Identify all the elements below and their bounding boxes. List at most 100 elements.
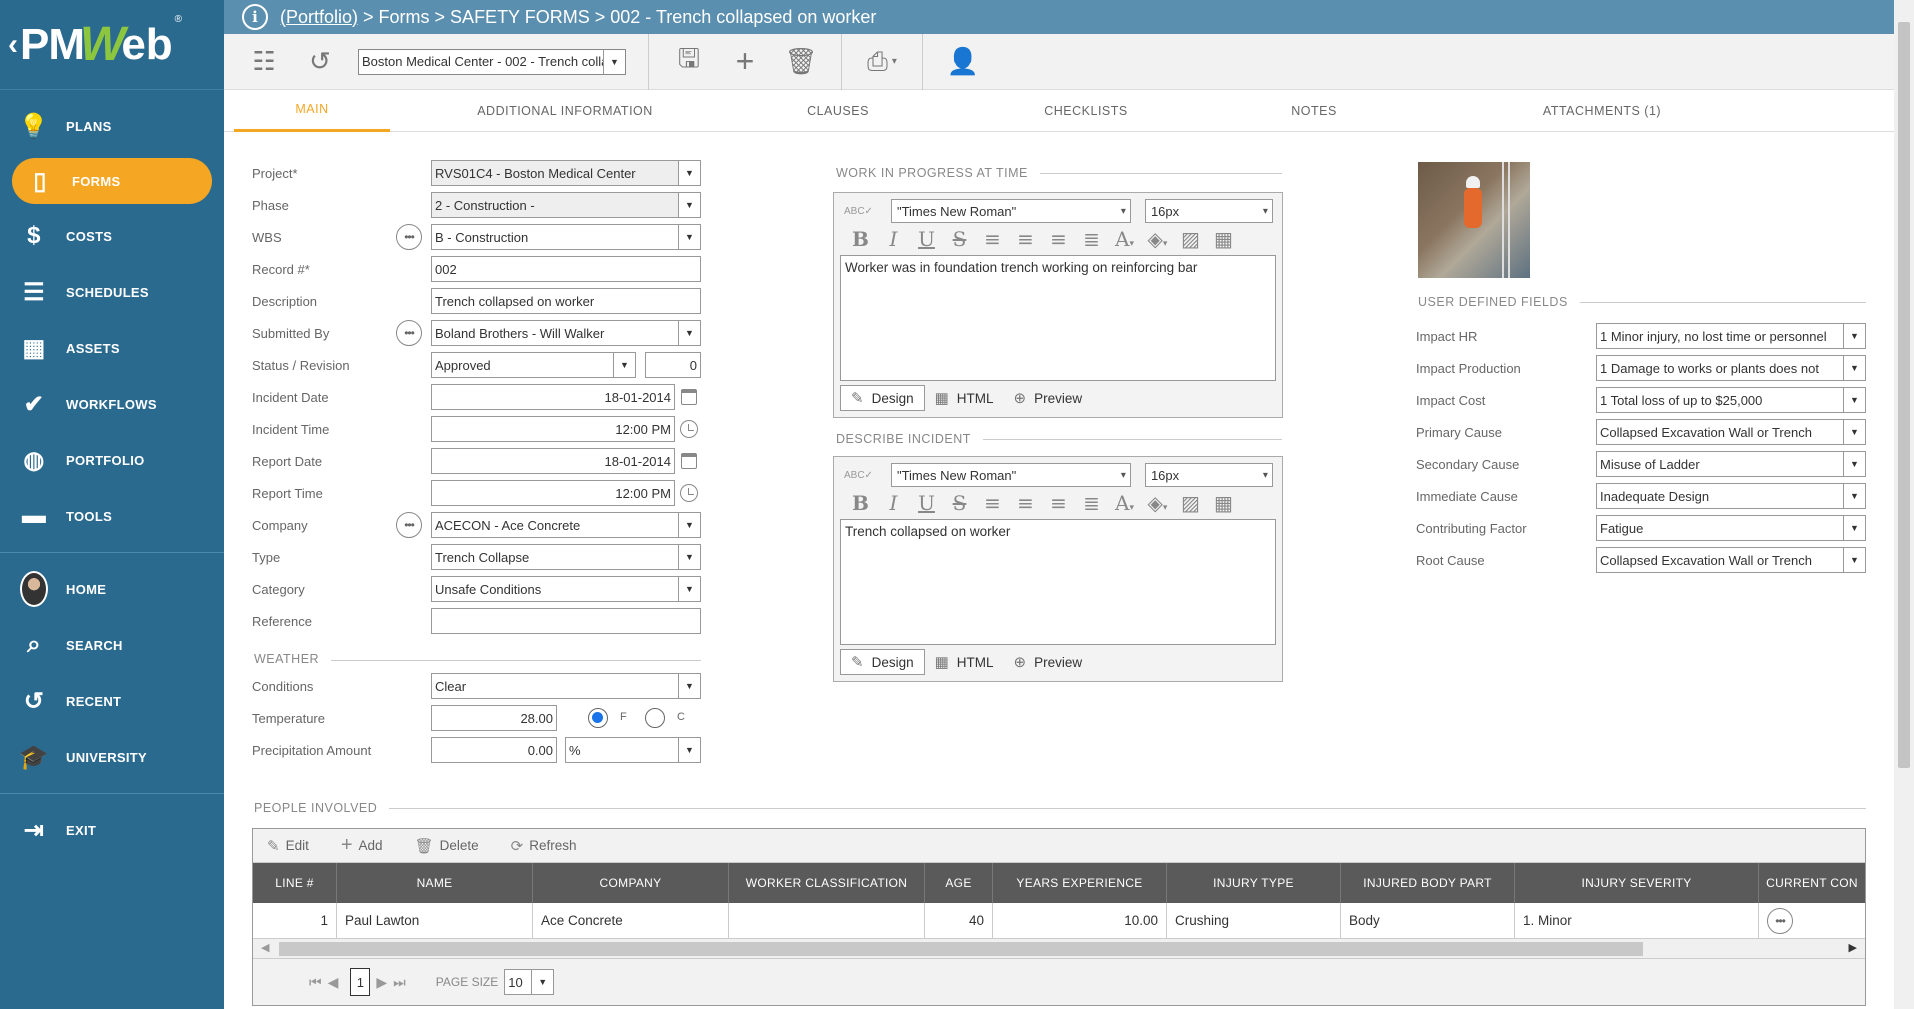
preview-mode-button[interactable]: ⊕ Preview [1004,385,1093,411]
revision-input[interactable]: 0 [645,352,701,378]
description-input[interactable]: Trench collapsed on worker [431,288,701,314]
status-select[interactable]: Approved ▼ [431,352,636,378]
fahrenheit-radio[interactable] [588,708,608,728]
preview-mode-button[interactable]: ⊕ Preview [1004,649,1093,675]
nav-recent[interactable]: ↺ RECENT [0,673,224,729]
company-select[interactable]: ACECON - Ace Concrete ▼ [431,512,701,538]
col-line[interactable]: LINE # [253,863,337,903]
delete-button[interactable]: 🗑 Delete [415,837,479,855]
nav-costs[interactable]: $ COSTS [0,208,224,264]
root-cause-select[interactable]: Collapsed Excavation Wall or Trench ▼ [1596,547,1866,573]
list-icon[interactable]: ☷ [244,42,284,82]
nav-portfolio[interactable]: ◍ PORTFOLIO [0,432,224,488]
align-center-icon[interactable]: ≡ [1009,491,1042,515]
strikethrough-icon[interactable]: S [943,227,976,251]
precipitation-input[interactable]: 0.00 [431,737,557,763]
user-icon[interactable]: 👤 [943,42,983,82]
refresh-button[interactable]: ⟳ Refresh [511,837,577,855]
trash-icon[interactable]: 🗑 [781,42,821,82]
col-age[interactable]: AGE [925,863,993,903]
record-input[interactable]: 002 [431,256,701,282]
table-icon[interactable]: ▦ [1207,227,1240,251]
add-button[interactable]: + Add [341,834,383,857]
col-injury-type[interactable]: INJURY TYPE [1167,863,1341,903]
nav-exit[interactable]: ⇥ EXIT [0,802,224,858]
impact-cost-select[interactable]: 1 Total loss of up to $25,000 ▼ [1596,387,1866,413]
nav-workflows[interactable]: ✔ WORKFLOWS [0,376,224,432]
wip-font-select[interactable]: "Times New Roman" [890,199,1131,223]
vertical-scrollbar[interactable] [1894,0,1914,1009]
report-date-input[interactable]: 18-01-2014 [431,448,675,474]
wbs-lookup-button[interactable]: ••• [396,224,422,250]
category-select[interactable]: Unsafe Conditions ▼ [431,576,701,602]
tab-notes[interactable]: NOTES [1254,90,1374,132]
clock-icon[interactable] [680,484,698,502]
font-color-icon[interactable]: A▾ [1108,227,1141,251]
nav-tools[interactable]: ▬ TOOLS [0,488,224,544]
phase-select[interactable]: 2 - Construction - ▼ [431,192,701,218]
pmweb-logo[interactable]: ‹ PM W eb ® [0,0,224,90]
last-page-icon[interactable]: ⏭ [393,974,406,991]
nav-forms[interactable]: ▯ FORMS [12,158,212,204]
wbs-select[interactable]: B - Construction ▼ [431,224,701,250]
align-left-icon[interactable]: ≡ [976,491,1009,515]
image-icon[interactable]: ▨ [1174,227,1207,251]
col-name[interactable]: NAME [337,863,533,903]
company-lookup-button[interactable]: ••• [396,512,422,538]
col-injured-body-part[interactable]: INJURED BODY PART [1341,863,1515,903]
type-select[interactable]: Trench Collapse ▼ [431,544,701,570]
justify-icon[interactable]: ≣ [1075,491,1108,515]
align-left-icon[interactable]: ≡ [976,227,1009,251]
scroll-left-icon[interactable]: ◀ [261,941,269,954]
underline-icon[interactable]: U [910,491,943,515]
font-color-icon[interactable]: A▾ [1108,491,1141,515]
design-mode-button[interactable]: ✎ Design [840,385,925,411]
design-mode-button[interactable]: ✎ Design [840,649,925,675]
record-select[interactable]: Boston Medical Center - 002 - Trench col… [358,48,626,75]
spellcheck-icon[interactable]: ABC✓ [844,206,873,217]
justify-icon[interactable]: ≣ [1075,227,1108,251]
incident-time-input[interactable]: 12:00 PM [431,416,675,442]
tab-additional-information[interactable]: ADDITIONAL INFORMATION [470,90,660,132]
contributing-factor-select[interactable]: Fatigue ▼ [1596,515,1866,541]
conditions-select[interactable]: Clear ▼ [431,673,701,699]
bold-icon[interactable]: B [844,227,877,251]
horizontal-scrollbar[interactable]: ◀ ▶ [253,939,1865,959]
reference-input[interactable] [431,608,701,634]
italic-icon[interactable]: I [877,227,910,251]
wip-editor-body[interactable]: Worker was in foundation trench working … [840,255,1276,381]
primary-cause-select[interactable]: Collapsed Excavation Wall or Trench ▼ [1596,419,1866,445]
page-size-select[interactable]: 10 ▼ [504,969,555,995]
impact-production-select[interactable]: 1 Damage to works or plants does not ▼ [1596,355,1866,381]
page-number-input[interactable]: 1 [350,968,371,996]
celsius-radio[interactable] [645,708,665,728]
breadcrumb-portfolio-link[interactable]: (Portfolio) [280,7,358,27]
incident-size-select[interactable]: 16px [1144,463,1273,487]
image-icon[interactable]: ▨ [1174,491,1207,515]
info-icon[interactable]: i [242,4,268,30]
html-mode-button[interactable]: ▦ HTML [925,649,1004,675]
tab-checklists[interactable]: CHECKLISTS [1026,90,1146,132]
html-mode-button[interactable]: ▦ HTML [925,385,1004,411]
clock-icon[interactable] [680,420,698,438]
wip-size-select[interactable]: 16px [1144,199,1273,223]
incident-date-input[interactable]: 18-01-2014 [431,384,675,410]
nav-schedules[interactable]: ☰ SCHEDULES [0,264,224,320]
report-time-input[interactable]: 12:00 PM [431,480,675,506]
history-icon[interactable]: ↺ [300,42,340,82]
first-page-icon[interactable]: ⏮ [309,974,322,991]
next-page-icon[interactable]: ▶ [376,974,387,991]
italic-icon[interactable]: I [877,491,910,515]
temperature-input[interactable]: 28.00 [431,705,557,731]
calendar-icon[interactable] [681,389,697,405]
impact-hr-select[interactable]: 1 Minor injury, no lost time or personne… [1596,323,1866,349]
bold-icon[interactable]: B [844,491,877,515]
nav-assets[interactable]: ▦ ASSETS [0,320,224,376]
strikethrough-icon[interactable]: S [943,491,976,515]
nav-university[interactable]: 🎓 UNIVERSITY [0,729,224,785]
col-current-condition[interactable]: CURRENT CON [1759,863,1865,903]
secondary-cause-select[interactable]: Misuse of Ladder ▼ [1596,451,1866,477]
col-years-experience[interactable]: YEARS EXPERIENCE [993,863,1167,903]
calendar-icon[interactable] [681,453,697,469]
attachment-thumbnail[interactable] [1418,162,1530,278]
